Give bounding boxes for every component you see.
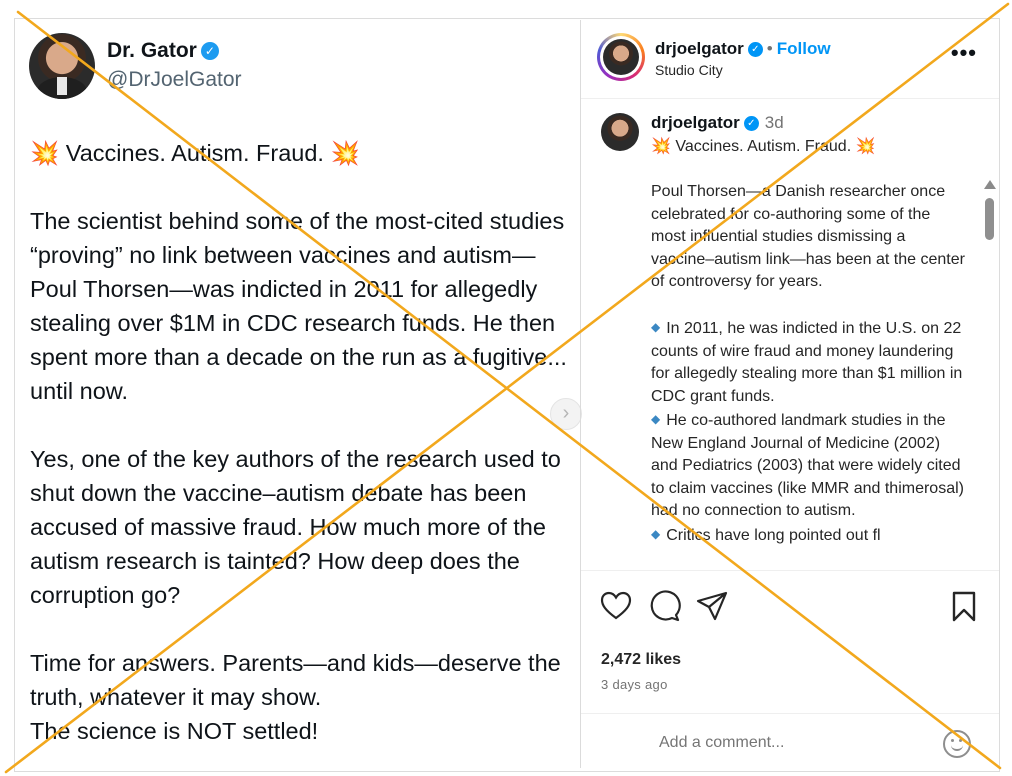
username-link[interactable]: drjoelgator <box>655 39 744 58</box>
display-name[interactable]: Dr. Gator ✓ <box>107 39 219 63</box>
like-heart-icon[interactable] <box>599 589 633 623</box>
comment-input[interactable] <box>657 733 931 753</box>
tweet-paragraph: The science is NOT settled! <box>30 718 319 744</box>
avatar-collar <box>57 77 67 95</box>
post-actions: 2,472 likes 3 days ago <box>581 570 999 769</box>
comment-bar <box>581 713 999 770</box>
tweet-panel: Dr. Gator ✓ @DrJoelGator 💥 Vaccines. Auti… <box>16 20 582 768</box>
collision-emoji-icon: 💥 <box>855 138 876 155</box>
collision-emoji-icon: 💥 <box>651 138 671 155</box>
post-timestamp[interactable]: 3 days ago <box>601 677 668 692</box>
location-link[interactable]: Studio City <box>655 62 723 78</box>
save-bookmark-icon[interactable] <box>947 589 981 623</box>
post-age[interactable]: 3d <box>765 113 784 132</box>
comment-bubble-icon[interactable] <box>647 589 681 623</box>
collision-emoji-icon: 💥 <box>30 140 60 166</box>
tweet-paragraph: The scientist behind some of the most-ci… <box>30 208 567 404</box>
verified-badge-icon: ✓ <box>200 42 219 61</box>
scrollbar-thumb[interactable] <box>985 198 994 240</box>
likes-count[interactable]: 2,472 likes <box>601 651 681 669</box>
blue-diamond-icon: ◆ <box>651 412 661 426</box>
username-link[interactable]: drjoelgator <box>651 113 740 132</box>
bullet-text: He co-authored landmark studies in the N… <box>651 412 964 519</box>
blue-diamond-icon: ◆ <box>651 526 661 541</box>
emoji-picker-icon[interactable] <box>943 730 971 758</box>
bullet-text: In 2011, he was indicted in the U.S. on … <box>651 320 963 405</box>
caption-author: drjoelgator ✓ 3d <box>651 113 784 133</box>
caption-headline: 💥 Vaccines. Autism. Fraud. 💥 <box>651 136 969 159</box>
story-ring-avatar[interactable] <box>597 33 645 81</box>
bullet-text: Critics have long pointed out fl <box>666 526 881 544</box>
avatar <box>603 39 639 75</box>
share-send-icon[interactable] <box>695 589 729 623</box>
tweet-text: 💥 Vaccines. Autism. Fraud. 💥 The scienti… <box>30 136 578 748</box>
tweet-paragraph: Yes, one of the key authors of the resea… <box>30 446 561 608</box>
user-handle[interactable]: @DrJoelGator <box>107 68 242 92</box>
headline-text: Vaccines. Autism. Fraud. <box>65 140 324 166</box>
blue-diamond-icon: ◆ <box>651 320 661 334</box>
headline-text: Vaccines. Autism. Fraud. <box>675 138 852 155</box>
post-header: drjoelgator ✓ • Follow Studio City ••• <box>581 20 999 99</box>
chevron-right-icon: › <box>562 402 570 424</box>
caption-text: 💥 Vaccines. Autism. Fraud. 💥 Poul Thorse… <box>651 136 969 547</box>
caption-bullet: ◆ In 2011, he was indicted in the U.S. on… <box>651 316 969 408</box>
display-name-text: Dr. Gator <box>107 39 197 62</box>
verified-badge-icon: ✓ <box>747 42 763 58</box>
next-image-button[interactable]: › <box>550 398 582 430</box>
caption-paragraph: Poul Thorsen—a Danish researcher once ce… <box>651 183 965 290</box>
instagram-panel: drjoelgator ✓ • Follow Studio City ••• drjo… <box>580 20 999 768</box>
scroll-up-arrow-icon[interactable] <box>984 180 996 189</box>
avatar-ring-gap <box>600 36 642 78</box>
verified-badge-icon: ✓ <box>743 116 759 132</box>
caption-area: drjoelgator ✓ 3d 💥 Vaccines. Autism. Fraud… <box>581 98 999 590</box>
more-options-icon[interactable]: ••• <box>951 40 977 66</box>
caption-bullet: ◆ Critics have long pointed out fl <box>651 523 969 548</box>
follow-button[interactable]: Follow <box>777 39 831 58</box>
separator-dot: • <box>766 39 773 58</box>
post-author: drjoelgator ✓ • Follow <box>655 39 831 59</box>
avatar[interactable] <box>601 113 639 151</box>
collision-emoji-icon: 💥 <box>330 140 360 166</box>
avatar[interactable] <box>29 33 95 99</box>
tweet-paragraph: Time for answers. Parents—and kids—deser… <box>30 650 561 710</box>
tweet-headline: 💥 Vaccines. Autism. Fraud. 💥 <box>30 136 578 170</box>
caption-bullet: ◆ He co-authored landmark studies in the … <box>651 408 969 523</box>
